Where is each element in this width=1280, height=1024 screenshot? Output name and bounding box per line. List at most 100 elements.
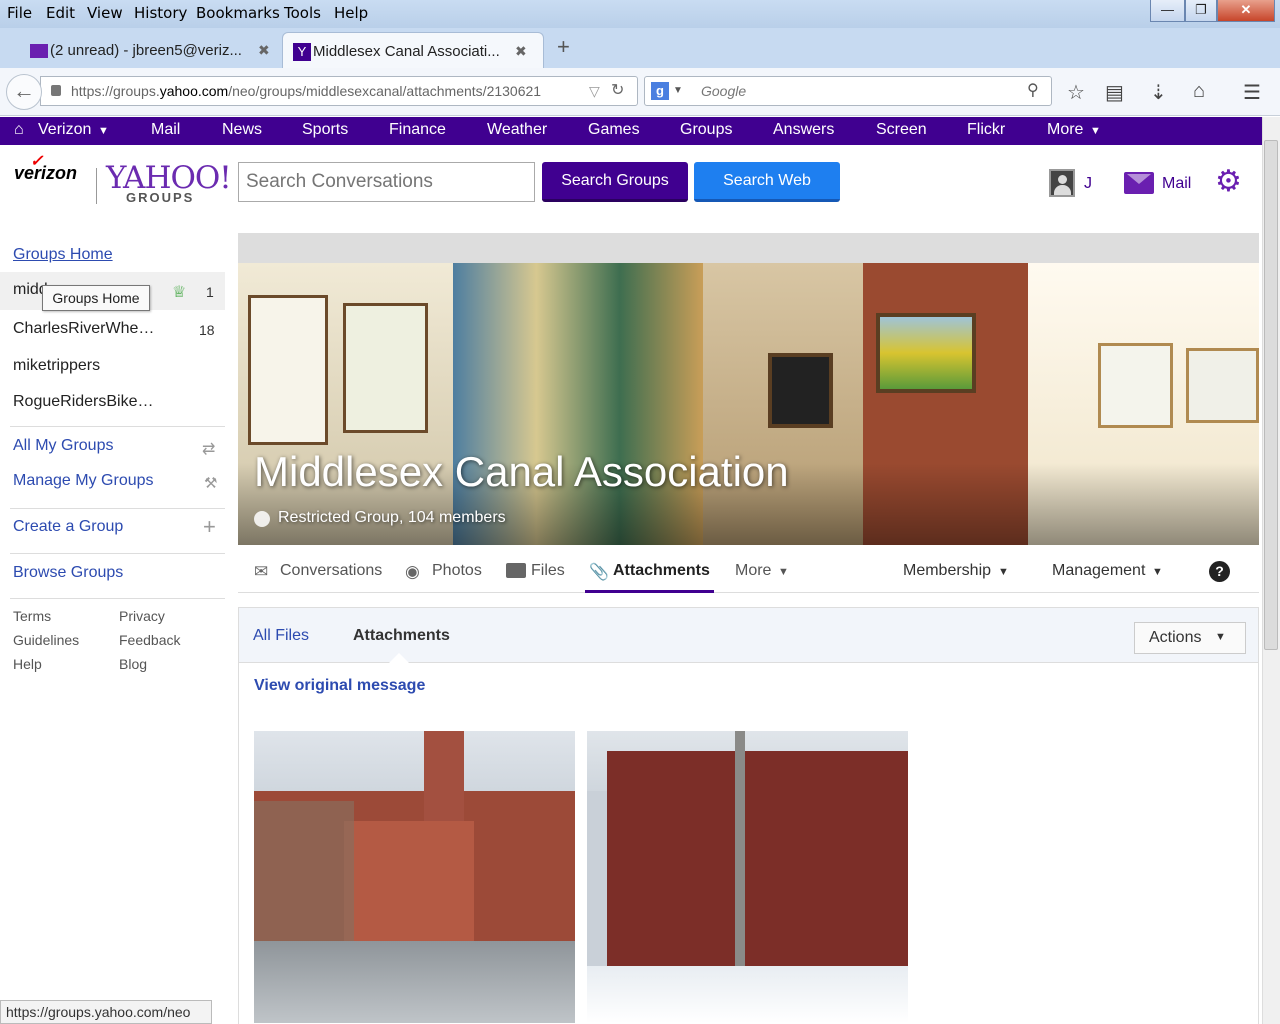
maximize-button[interactable]: ❐ <box>1185 0 1217 22</box>
ybar-groups[interactable]: Groups <box>680 121 732 139</box>
ybar-more[interactable]: More <box>1047 121 1083 139</box>
footer-terms[interactable]: Terms <box>13 608 51 624</box>
reading-list-icon[interactable]: ▤ <box>1105 80 1124 105</box>
footer-guidelines[interactable]: Guidelines <box>13 632 79 648</box>
close-window-button[interactable]: ✕ <box>1217 0 1275 22</box>
lock-icon <box>51 85 61 96</box>
attachment-thumbnail[interactable] <box>587 731 908 1023</box>
ybar-verizon[interactable]: Verizon <box>38 121 91 139</box>
yahoo-nav-bar: ⌂ Verizon ▼ Mail News Sports Finance Wea… <box>0 117 1262 145</box>
url-bar[interactable]: https://groups.yahoo.com/neo/groups/midd… <box>40 76 638 106</box>
home-icon[interactable]: ⌂ <box>1193 80 1205 103</box>
ybar-news[interactable]: News <box>222 121 262 139</box>
actions-button[interactable]: Actions ▼ <box>1134 622 1246 654</box>
cover-tv <box>768 353 833 428</box>
view-original-message-link[interactable]: View original message <box>254 677 425 695</box>
photo-front-building <box>344 821 474 941</box>
tab-conversations[interactable]: Conversations <box>280 562 382 580</box>
user-initial[interactable]: J <box>1084 175 1092 193</box>
sidebar-group-charlesriver[interactable]: CharlesRiverWhe… <box>13 320 158 338</box>
magnifier-icon[interactable]: ⚲ <box>1027 77 1039 105</box>
tab-middlesex[interactable]: Y Middlesex Canal Associati... ✖ <box>282 32 544 68</box>
tab-more[interactable]: More <box>735 562 771 580</box>
menu-tools[interactable]: Tools <box>284 4 321 22</box>
tooltip: Groups Home <box>42 285 150 311</box>
ybar-games[interactable]: Games <box>588 121 640 139</box>
navigation-bar: https://groups.yahoo.com/neo/groups/midd… <box>0 68 1280 116</box>
ybar-finance[interactable]: Finance <box>389 121 446 139</box>
back-arrow-icon[interactable]: ← <box>6 74 42 110</box>
sidebar-group-miketrippers[interactable]: miketrippers <box>13 357 100 375</box>
help-icon[interactable]: ? <box>1209 561 1230 582</box>
tab-mail[interactable]: (2 unread) - jbreen5@veriz... ✖ <box>20 32 280 68</box>
close-tab-icon[interactable]: ✖ <box>515 43 527 60</box>
footer-feedback[interactable]: Feedback <box>119 632 180 648</box>
browser-search-input[interactable]: g ▼ Google ⚲ <box>644 76 1052 106</box>
mail-link[interactable]: Mail <box>1162 175 1191 193</box>
folder-icon <box>506 563 526 578</box>
search-conversations-input[interactable] <box>238 162 535 202</box>
management-menu[interactable]: Management <box>1052 562 1145 580</box>
photo-water <box>254 941 575 1023</box>
crumb-pointer <box>389 653 409 663</box>
menu-help[interactable]: Help <box>334 4 368 22</box>
footer-blog[interactable]: Blog <box>119 656 147 672</box>
attachment-thumbnail[interactable] <box>254 731 575 1023</box>
footer-privacy[interactable]: Privacy <box>119 608 165 624</box>
menu-file[interactable]: File <box>7 4 32 22</box>
user-avatar-icon[interactable] <box>1049 169 1075 197</box>
ybar-answers[interactable]: Answers <box>773 121 834 139</box>
sidebar-groups-home[interactable]: Groups Home <box>13 246 113 264</box>
menu-edit[interactable]: Edit <box>46 4 75 22</box>
ybar-weather[interactable]: Weather <box>487 121 547 139</box>
tab-photos[interactable]: Photos <box>432 562 482 580</box>
sidebar-manage-my-groups[interactable]: Manage My Groups <box>13 472 154 490</box>
verizon-logo[interactable]: ✓ verizon <box>14 153 77 184</box>
footer-help[interactable]: Help <box>13 656 42 672</box>
ybar-home-icon[interactable]: ⌂ <box>14 121 24 139</box>
reload-icon[interactable]: ↻ <box>611 77 624 105</box>
gear-icon[interactable]: ⚙ <box>1215 164 1242 199</box>
chevron-down-icon[interactable]: ▼ <box>1090 125 1101 137</box>
window-titlebar: File Edit View History Bookmarks Tools H… <box>0 0 1280 28</box>
sidebar-group-count: 1 <box>206 284 214 300</box>
menu-hamburger-icon[interactable]: ☰ <box>1243 80 1261 105</box>
membership-menu[interactable]: Membership <box>903 562 991 580</box>
ybar-screen[interactable]: Screen <box>876 121 927 139</box>
ybar-mail[interactable]: Mail <box>151 121 180 139</box>
sidebar-create-group[interactable]: Create a Group <box>13 518 123 536</box>
chevron-down-icon[interactable]: ▼ <box>778 566 789 578</box>
sidebar-browse-groups[interactable]: Browse Groups <box>13 564 123 582</box>
chevron-down-icon[interactable]: ▼ <box>673 77 683 105</box>
groups-switch-icon: ⇄ <box>202 441 216 458</box>
menu-view[interactable]: View <box>87 4 123 22</box>
ybar-flickr[interactable]: Flickr <box>967 121 1005 139</box>
all-files-link[interactable]: All Files <box>253 627 309 645</box>
minimize-button[interactable]: — <box>1150 0 1185 22</box>
new-tab-icon[interactable]: + <box>557 34 570 60</box>
menu-history[interactable]: History <box>134 4 187 22</box>
search-groups-button[interactable]: Search Groups <box>542 162 688 202</box>
scrollbar-thumb[interactable] <box>1264 140 1278 650</box>
chevron-down-icon[interactable]: ▼ <box>1152 566 1163 578</box>
search-web-button[interactable]: Search Web <box>694 162 840 202</box>
photo-trees <box>254 801 354 951</box>
tab-attachments[interactable]: Attachments <box>613 562 710 580</box>
sidebar-divider <box>10 508 225 509</box>
menu-bookmarks[interactable]: Bookmarks <box>196 4 280 22</box>
sidebar-all-my-groups[interactable]: All My Groups <box>13 437 113 455</box>
chevron-down-icon[interactable]: ▼ <box>98 125 109 137</box>
camera-icon: ◉ <box>405 562 420 581</box>
tab-files[interactable]: Files <box>531 562 565 580</box>
bookmark-star-icon[interactable]: ☆ <box>1067 80 1085 105</box>
url-path: /neo/groups/middlesexcanal/attachments/2… <box>228 83 542 99</box>
groups-logo-text: GROUPS <box>126 190 195 205</box>
mail-envelope-icon[interactable] <box>1124 172 1154 194</box>
chevron-down-icon[interactable]: ▼ <box>998 566 1009 578</box>
close-tab-icon[interactable]: ✖ <box>258 42 270 59</box>
download-icon[interactable]: ⇣ <box>1150 80 1167 105</box>
plus-icon[interactable]: + <box>203 514 216 540</box>
dropdown-arrow-icon[interactable]: ▽ <box>589 77 600 105</box>
ybar-sports[interactable]: Sports <box>302 121 348 139</box>
sidebar-group-rogueriders[interactable]: RogueRidersBike… <box>13 393 154 411</box>
